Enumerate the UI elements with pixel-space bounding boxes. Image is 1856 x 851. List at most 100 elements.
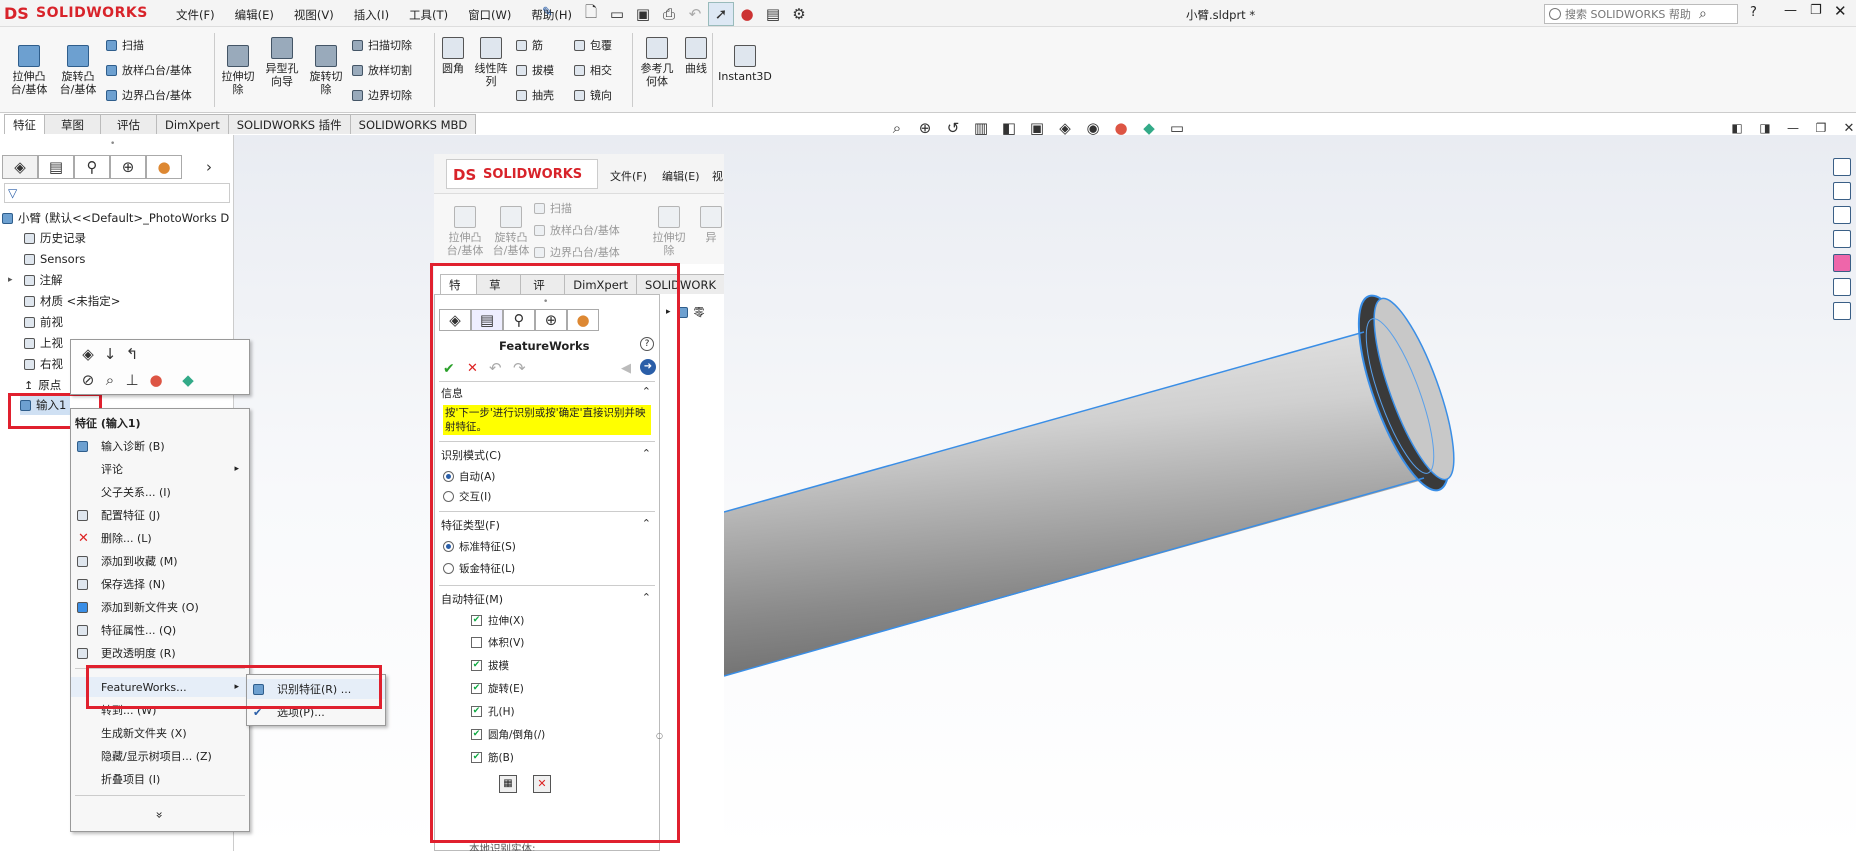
tree-filter[interactable]: ▽ <box>4 183 230 203</box>
viewport-close-icon[interactable]: ✕ <box>1836 116 1856 140</box>
forum-icon[interactable] <box>1833 302 1851 320</box>
open-icon[interactable]: ▭ <box>604 2 630 26</box>
custom-properties-icon[interactable] <box>1833 278 1851 296</box>
menu-view[interactable]: 视图(V) <box>294 7 334 23</box>
tree-item-origin[interactable]: ↥ 原点 <box>24 375 61 395</box>
rib-button[interactable]: 筋 <box>516 37 543 53</box>
viewport-tile-left-icon[interactable]: ◧ <box>1724 116 1750 140</box>
view-settings-icon[interactable]: ▭ <box>1164 116 1190 140</box>
view-palette-icon[interactable] <box>1833 230 1851 248</box>
close-window-icon[interactable]: ✕ <box>1834 2 1847 20</box>
ctx-save-selection[interactable]: 保存选择 (N) <box>71 574 249 594</box>
tree-item-front-plane[interactable]: 前视 <box>24 312 63 332</box>
display-manager-tab-icon[interactable]: ● <box>146 155 182 179</box>
ctx-delete[interactable]: ✕ 删除... (L) <box>71 528 249 548</box>
minimize-window-icon[interactable]: — <box>1784 3 1797 18</box>
panel-collapse-grip[interactable]: • <box>110 139 115 149</box>
solidworks-resources-icon[interactable] <box>1833 158 1851 176</box>
solidworks-logo[interactable]: DS SOLIDWORKS <box>4 2 150 24</box>
file-properties-icon[interactable]: ▤ <box>760 2 786 26</box>
instant3d-button[interactable]: Instant3D <box>718 45 772 83</box>
viewport-tile-right-icon[interactable]: ◨ <box>1752 116 1778 140</box>
tree-item-annotations[interactable]: ▸ 注解 <box>8 270 63 290</box>
revolve-cut-button[interactable]: 旋转切 除 <box>303 45 349 96</box>
viewport-minimize-icon[interactable]: — <box>1780 116 1806 140</box>
pin-icon[interactable]: ✎ <box>542 5 553 20</box>
hide-show-items-icon[interactable]: ◉ <box>1080 116 1106 140</box>
section-view-icon[interactable]: ▥ <box>968 116 994 140</box>
sweep-cut-button[interactable]: 扫描切除 <box>352 37 412 53</box>
mirror-button[interactable]: 镜向 <box>574 87 612 103</box>
menu-window[interactable]: 窗口(W) <box>468 7 511 23</box>
loft-boss-button[interactable]: 放样凸台/基体 <box>106 62 192 78</box>
tree-item-right-plane[interactable]: 右视 <box>24 354 63 374</box>
menu-edit[interactable]: 编辑(E) <box>235 7 274 23</box>
tab-sketch[interactable]: 草图 <box>44 114 101 134</box>
ctx-create-new-folder[interactable]: 生成新文件夹 (X) <box>71 723 249 743</box>
menu-insert[interactable]: 插入(I) <box>354 7 389 23</box>
ctx-collapse-items[interactable]: 折叠项目 (I) <box>71 769 249 789</box>
extrude-boss-button[interactable]: 拉伸凸 台/基体 <box>6 45 52 96</box>
featuremanager-tab-icon[interactable]: ◈ <box>2 155 38 179</box>
print-icon[interactable]: ⎙ <box>656 2 682 26</box>
boundary-cut-button[interactable]: 边界切除 <box>352 87 412 103</box>
ctx-add-to-new-folder[interactable]: 添加到新文件夹 (O) <box>71 597 249 617</box>
tab-solidworks-mbd[interactable]: SOLIDWORKS MBD <box>349 114 477 134</box>
tree-item-history[interactable]: 历史记录 <box>24 228 86 248</box>
appearances-icon[interactable] <box>1833 254 1851 272</box>
cylinder-body[interactable] <box>724 332 1430 676</box>
ctx-undo-icon[interactable]: ↰ <box>119 342 145 366</box>
ctx-feature-properties[interactable]: 特征属性... (Q) <box>71 620 249 640</box>
new-icon[interactable]: 🗋 <box>578 2 604 26</box>
hole-wizard-button[interactable]: 异型孔 向导 <box>259 37 305 88</box>
tree-item-material[interactable]: 材质 <未指定> <box>24 291 120 311</box>
help-question-button[interactable]: ? <box>1750 5 1757 20</box>
restore-window-icon[interactable]: ❐ <box>1810 3 1822 18</box>
view-orientation-icon[interactable]: ▣ <box>1024 116 1050 140</box>
help-search-box[interactable]: ⌕ <box>1544 4 1738 24</box>
configurationmanager-tab-icon[interactable]: ⚲ <box>74 155 110 179</box>
sweep-button[interactable]: 扫描 <box>106 37 144 53</box>
save-icon[interactable]: ▣ <box>630 2 656 26</box>
traffic-light-icon[interactable]: ● <box>734 2 760 26</box>
dynamic-annotation-icon[interactable]: ◧ <box>996 116 1022 140</box>
options-gear-icon[interactable]: ⚙ <box>786 2 812 26</box>
zoom-area-icon[interactable]: ⊕ <box>912 116 938 140</box>
dimxpert-manager-tab-icon[interactable]: ⊕ <box>110 155 146 179</box>
wrap-button[interactable]: 包覆 <box>574 37 612 53</box>
previous-view-icon[interactable]: ↺ <box>940 116 966 140</box>
shell-button[interactable]: 抽壳 <box>516 87 554 103</box>
design-library-icon[interactable] <box>1833 182 1851 200</box>
propertymanager-tab-icon[interactable]: ▤ <box>38 155 74 179</box>
display-style-icon[interactable]: ◈ <box>1052 116 1078 140</box>
boundary-boss-button[interactable]: 边界凸台/基体 <box>106 87 192 103</box>
tree-item-sensors[interactable]: Sensors <box>24 249 85 269</box>
edit-appearance-icon[interactable]: ● <box>1108 116 1134 140</box>
file-explorer-icon[interactable] <box>1833 206 1851 224</box>
ctx-appearance-icon[interactable]: ● <box>143 368 169 392</box>
expand-arrow-icon[interactable]: ▸ <box>8 275 13 285</box>
menu-tools[interactable]: 工具(T) <box>409 7 448 23</box>
draft-button[interactable]: 拔模 <box>516 62 554 78</box>
ctx-change-transparency[interactable]: 更改透明度 (R) <box>71 643 249 663</box>
tab-solidworks-addins[interactable]: SOLIDWORKS 插件 <box>227 114 351 134</box>
undo-icon[interactable]: ↶ <box>682 2 708 26</box>
viewport-restore-icon[interactable]: ❐ <box>1808 116 1834 140</box>
menu-file[interactable]: 文件(F) <box>176 7 215 23</box>
ctx-expand-more[interactable]: » <box>71 805 249 825</box>
search-icon[interactable]: ⌕ <box>1699 6 1707 22</box>
ctx-add-to-favorites[interactable]: 添加到收藏 (M) <box>71 551 249 571</box>
extrude-cut-button[interactable]: 拉伸切 除 <box>215 45 261 96</box>
tree-item-top-plane[interactable]: 上视 <box>24 333 63 353</box>
tab-features[interactable]: 特征 <box>4 114 45 134</box>
ctx-configure-feature[interactable]: 配置特征 (J) <box>71 505 249 525</box>
tabs-more-chevron-icon[interactable]: › <box>196 155 222 179</box>
loft-cut-button[interactable]: 放样切割 <box>352 62 412 78</box>
zoom-to-fit-icon[interactable]: ⌕ <box>884 116 910 140</box>
help-search-input[interactable] <box>1565 7 1695 21</box>
intersect-button[interactable]: 相交 <box>574 62 612 78</box>
ctx-scene-icon[interactable]: ◆ <box>175 368 201 392</box>
revolve-boss-button[interactable]: 旋转凸 台/基体 <box>55 45 101 96</box>
ctx-import-diagnostics[interactable]: 输入诊断 (B) <box>71 436 249 456</box>
ctx-parent-child[interactable]: 父子关系... (I) <box>71 482 249 502</box>
